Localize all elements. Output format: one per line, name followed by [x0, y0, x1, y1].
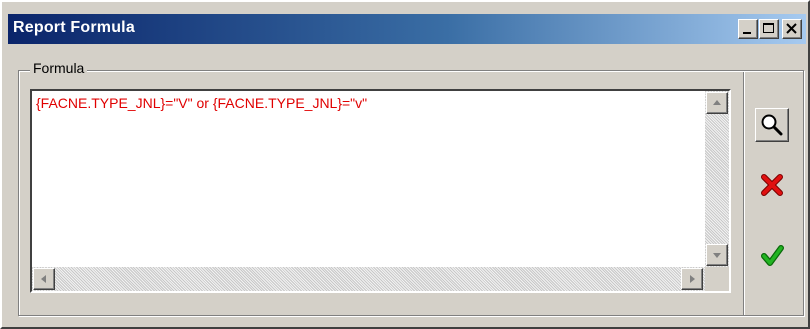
close-button[interactable]: [782, 19, 802, 39]
formula-group-label: Formula: [30, 60, 88, 76]
arrow-down-icon: [713, 253, 721, 258]
accept-button[interactable]: [755, 238, 789, 272]
cancel-button[interactable]: [755, 168, 789, 202]
red-x-icon: [761, 174, 783, 196]
minimize-button[interactable]: [738, 19, 758, 39]
arrow-right-icon: [690, 275, 695, 283]
arrow-up-icon: [713, 100, 721, 105]
scroll-right-button[interactable]: [681, 268, 703, 290]
maximize-icon: [763, 23, 774, 33]
arrow-left-icon: [41, 275, 46, 283]
window-title: Report Formula: [13, 19, 135, 36]
minimize-icon: [743, 32, 751, 34]
scrollbar-corner: [705, 267, 729, 291]
scroll-up-button[interactable]: [706, 92, 728, 114]
browse-fields-button[interactable]: [755, 108, 789, 142]
title-bar[interactable]: Report Formula: [8, 14, 806, 44]
formula-editor[interactable]: {FACNE.TYPE_JNL}="V" or {FACNE.TYPE_JNL}…: [30, 89, 731, 293]
green-check-icon: [761, 245, 784, 266]
horizontal-scrollbar[interactable]: [32, 267, 705, 291]
maximize-button[interactable]: [759, 19, 779, 39]
formula-text[interactable]: {FACNE.TYPE_JNL}="V" or {FACNE.TYPE_JNL}…: [36, 95, 367, 111]
toolbar-divider: [743, 72, 745, 315]
magnifier-icon: [761, 114, 783, 136]
scroll-down-button[interactable]: [706, 244, 728, 266]
close-icon: [786, 23, 797, 34]
vertical-scrollbar[interactable]: [705, 91, 729, 267]
scroll-left-button[interactable]: [33, 268, 55, 290]
